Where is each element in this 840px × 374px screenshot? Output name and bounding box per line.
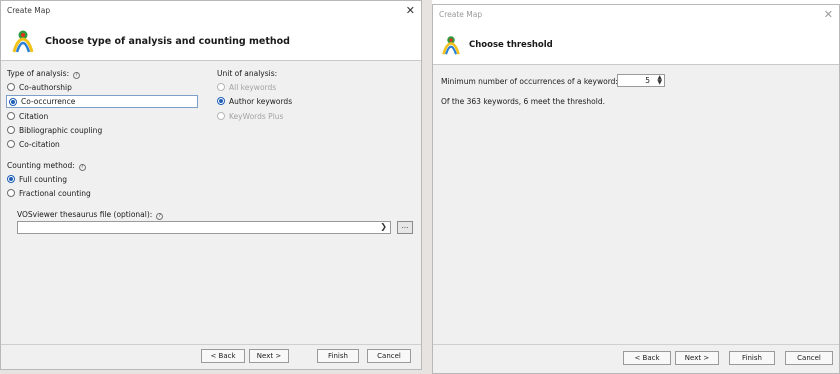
finish-button[interactable]: Finish — [317, 349, 359, 363]
cancel-button[interactable]: Cancel — [785, 351, 833, 365]
page-title: Choose type of analysis and counting met… — [45, 36, 290, 47]
next-button[interactable]: Next > — [249, 349, 289, 363]
radio-button-icon — [217, 97, 225, 105]
radio-fractional-counting[interactable]: Fractional counting — [7, 187, 91, 199]
threshold-value: 5 — [645, 76, 650, 85]
thesaurus-file-label: VOSviewer thesaurus file (optional):? — [17, 210, 164, 220]
radio-keywords-plus[interactable]: KeyWords Plus — [217, 110, 283, 122]
help-icon: ? — [156, 213, 164, 220]
radio-button-icon — [7, 112, 15, 120]
radio-citation[interactable]: Citation — [7, 110, 48, 122]
thesaurus-file-combo[interactable]: ❯ — [17, 221, 391, 234]
desktop-background — [422, 0, 432, 374]
finish-button[interactable]: Finish — [729, 351, 775, 365]
window-title: Create Map — [7, 6, 51, 15]
close-icon[interactable]: ✕ — [824, 8, 833, 21]
chevron-down-icon[interactable]: ❯ — [380, 222, 387, 231]
radio-button-icon — [7, 189, 15, 197]
window-title: Create Map — [439, 10, 483, 19]
footer-divider — [433, 344, 839, 345]
radio-bibliographic-coupling[interactable]: Bibliographic coupling — [7, 124, 102, 136]
radio-button-icon — [7, 126, 15, 134]
vosviewer-logo-icon — [12, 30, 34, 53]
type-of-analysis-label: Type of analysis:? — [7, 69, 81, 79]
radio-co-citation[interactable]: Co-citation — [7, 138, 60, 150]
wizard-header: Choose threshold — [433, 25, 839, 65]
create-map-dialog-analysis: Create Map ✕ Choose type of analysis and… — [0, 0, 422, 370]
back-button[interactable]: < Back — [623, 351, 671, 365]
radio-button-icon — [217, 112, 225, 120]
footer-divider — [1, 344, 421, 345]
spinner-arrows-icon[interactable]: ▲ ▼ — [657, 75, 662, 86]
radio-button-icon — [7, 175, 15, 183]
radio-author-keywords[interactable]: Author keywords — [217, 95, 292, 107]
back-button[interactable]: < Back — [201, 349, 245, 363]
radio-button-icon — [7, 83, 15, 91]
next-button[interactable]: Next > — [675, 351, 719, 365]
threshold-spinner[interactable]: 5 ▲ ▼ — [617, 74, 665, 87]
help-icon: ? — [73, 72, 81, 79]
radio-co-authorship[interactable]: Co-authorship — [7, 81, 72, 93]
radio-button-icon — [217, 83, 225, 91]
radio-all-keywords[interactable]: All keywords — [217, 81, 276, 93]
radio-button-icon — [9, 97, 17, 106]
cancel-button[interactable]: Cancel — [367, 349, 411, 363]
counting-method-label: Counting method:? — [7, 161, 86, 171]
title-bar: Create Map ✕ — [433, 5, 839, 25]
threshold-label: Minimum number of occurrences of a keywo… — [441, 77, 618, 86]
radio-full-counting[interactable]: Full counting — [7, 173, 67, 185]
browse-button[interactable]: ... — [397, 221, 413, 234]
close-icon[interactable]: ✕ — [406, 4, 415, 17]
threshold-result-text: Of the 363 keywords, 6 meet the threshol… — [441, 97, 605, 106]
help-icon: ? — [78, 164, 86, 171]
wizard-header: Choose type of analysis and counting met… — [1, 21, 421, 61]
create-map-dialog-threshold: Create Map ✕ Choose threshold Minimum nu… — [432, 4, 840, 374]
desktop-background-bottom — [0, 370, 422, 374]
vosviewer-logo-icon — [442, 36, 460, 55]
unit-of-analysis-label: Unit of analysis: — [217, 69, 278, 78]
radio-co-occurrence[interactable]: Co-occurrence — [6, 95, 198, 108]
title-bar: Create Map ✕ — [1, 1, 421, 21]
page-title: Choose threshold — [469, 40, 553, 50]
radio-button-icon — [7, 140, 15, 148]
